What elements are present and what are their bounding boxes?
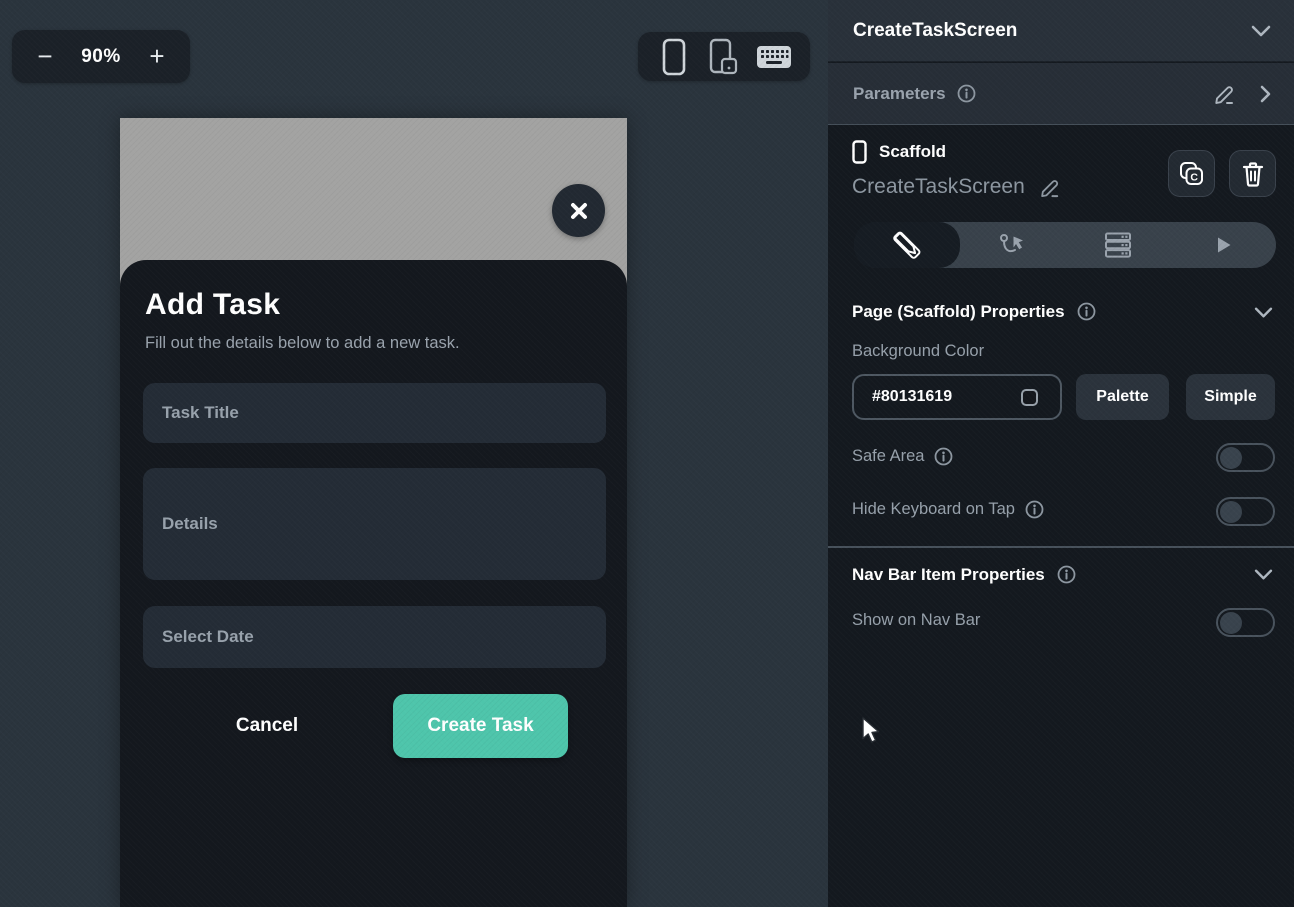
screen-title: CreateTaskScreen xyxy=(853,19,1018,41)
zoom-level: 90% xyxy=(81,45,121,67)
show-on-nav-bar-toggle[interactable] xyxy=(1216,608,1275,637)
phone-device-icon[interactable] xyxy=(652,36,696,78)
widget-type-label: Scaffold xyxy=(879,142,947,161)
tab-test[interactable] xyxy=(1171,222,1277,268)
parameters-row[interactable]: Parameters xyxy=(828,63,1294,125)
section-divider xyxy=(828,546,1294,548)
page-properties-title: Page (Scaffold) Properties xyxy=(852,301,1065,321)
parameters-label: Parameters xyxy=(853,83,946,103)
chevron-down-icon[interactable] xyxy=(1253,306,1274,319)
color-swatch[interactable] xyxy=(1021,388,1038,406)
toggle-knob xyxy=(1220,446,1242,469)
device-toolbar xyxy=(638,32,810,81)
task-title-field[interactable]: Task Title xyxy=(143,383,606,443)
widget-tabbar xyxy=(854,222,1276,268)
hide-keyboard-label: Hide Keyboard on Tap xyxy=(852,500,1015,518)
page-properties-header: Page (Scaffold) Properties xyxy=(852,301,1097,322)
copy-icon: C xyxy=(1178,160,1205,187)
create-task-button[interactable]: Create Task xyxy=(393,694,568,758)
widget-name-label: CreateTaskScreen xyxy=(852,175,1025,198)
toggle-knob xyxy=(1220,500,1242,523)
properties-panel: CreateTaskScreen Parameters Scaffold Cre… xyxy=(828,0,1294,907)
background-color-label: Background Color xyxy=(852,342,985,360)
tab-properties[interactable] xyxy=(854,222,960,268)
toggle-knob xyxy=(1220,611,1242,634)
details-placeholder: Details xyxy=(162,514,218,533)
chevron-right-icon[interactable] xyxy=(1259,84,1272,104)
info-icon[interactable] xyxy=(1076,301,1097,322)
select-date-placeholder: Select Date xyxy=(162,627,254,646)
info-icon[interactable] xyxy=(956,83,977,104)
hide-keyboard-toggle[interactable] xyxy=(1216,497,1275,526)
phone-preview: Add Task Fill out the details below to a… xyxy=(120,118,627,907)
delete-widget-button[interactable] xyxy=(1229,150,1276,197)
details-field[interactable]: Details xyxy=(143,468,606,580)
nav-bar-properties-header: Nav Bar Item Properties xyxy=(852,564,1077,585)
close-modal-button[interactable] xyxy=(552,184,605,237)
safe-area-label: Safe Area xyxy=(852,447,925,465)
tab-data[interactable] xyxy=(1065,222,1171,268)
info-icon[interactable] xyxy=(1024,499,1045,520)
nav-bar-properties-title: Nav Bar Item Properties xyxy=(852,564,1045,584)
task-title-placeholder: Task Title xyxy=(162,403,239,422)
actions-flow-icon xyxy=(998,231,1026,259)
safe-area-row: Safe Area xyxy=(852,446,954,467)
background-color-value: #80131619 xyxy=(872,388,953,405)
trash-icon xyxy=(1241,161,1265,187)
show-on-nav-bar-row: Show on Nav Bar xyxy=(852,611,980,630)
select-date-field[interactable]: Select Date xyxy=(143,606,606,668)
chevron-down-icon[interactable] xyxy=(1253,568,1274,581)
svg-text:C: C xyxy=(1190,172,1198,184)
zoom-in-button[interactable]: + xyxy=(140,37,174,77)
modal-title: Add Task xyxy=(145,288,281,321)
modal-subtitle: Fill out the details below to add a new … xyxy=(145,334,460,352)
app-builder: − 90% + Add Task Fill out the details be… xyxy=(0,0,1294,907)
zoom-control: − 90% + xyxy=(12,30,190,83)
add-task-modal: Add Task Fill out the details below to a… xyxy=(120,260,627,907)
selected-widget-header: Scaffold CreateTaskScreen xyxy=(852,140,1062,199)
ruler-pencil-icon xyxy=(892,230,922,260)
show-on-nav-bar-label: Show on Nav Bar xyxy=(852,611,981,629)
close-icon xyxy=(567,199,591,223)
safe-area-toggle[interactable] xyxy=(1216,443,1275,472)
chevron-down-icon[interactable] xyxy=(1250,24,1272,38)
palette-button[interactable]: Palette xyxy=(1076,374,1169,420)
simple-button[interactable]: Simple xyxy=(1186,374,1275,420)
design-canvas: − 90% + Add Task Fill out the details be… xyxy=(0,0,828,907)
info-icon[interactable] xyxy=(1056,564,1077,585)
keyboard-icon[interactable] xyxy=(752,36,796,78)
cancel-button[interactable]: Cancel xyxy=(207,704,327,748)
zoom-out-button[interactable]: − xyxy=(28,37,62,77)
tab-actions[interactable] xyxy=(960,222,1066,268)
screen-header[interactable]: CreateTaskScreen xyxy=(828,0,1294,62)
database-icon xyxy=(1104,231,1132,259)
info-icon[interactable] xyxy=(933,446,954,467)
rotate-device-icon[interactable] xyxy=(702,36,746,78)
background-color-row: Background Color xyxy=(852,342,984,361)
copy-widget-button[interactable]: C xyxy=(1168,150,1215,197)
background-color-input[interactable]: #80131619 xyxy=(852,374,1062,420)
play-icon xyxy=(1211,233,1235,257)
hide-keyboard-row: Hide Keyboard on Tap xyxy=(852,499,1045,520)
edit-parameters-icon[interactable] xyxy=(1213,82,1237,106)
rename-widget-icon[interactable] xyxy=(1039,176,1062,199)
scaffold-phone-icon xyxy=(852,140,867,164)
